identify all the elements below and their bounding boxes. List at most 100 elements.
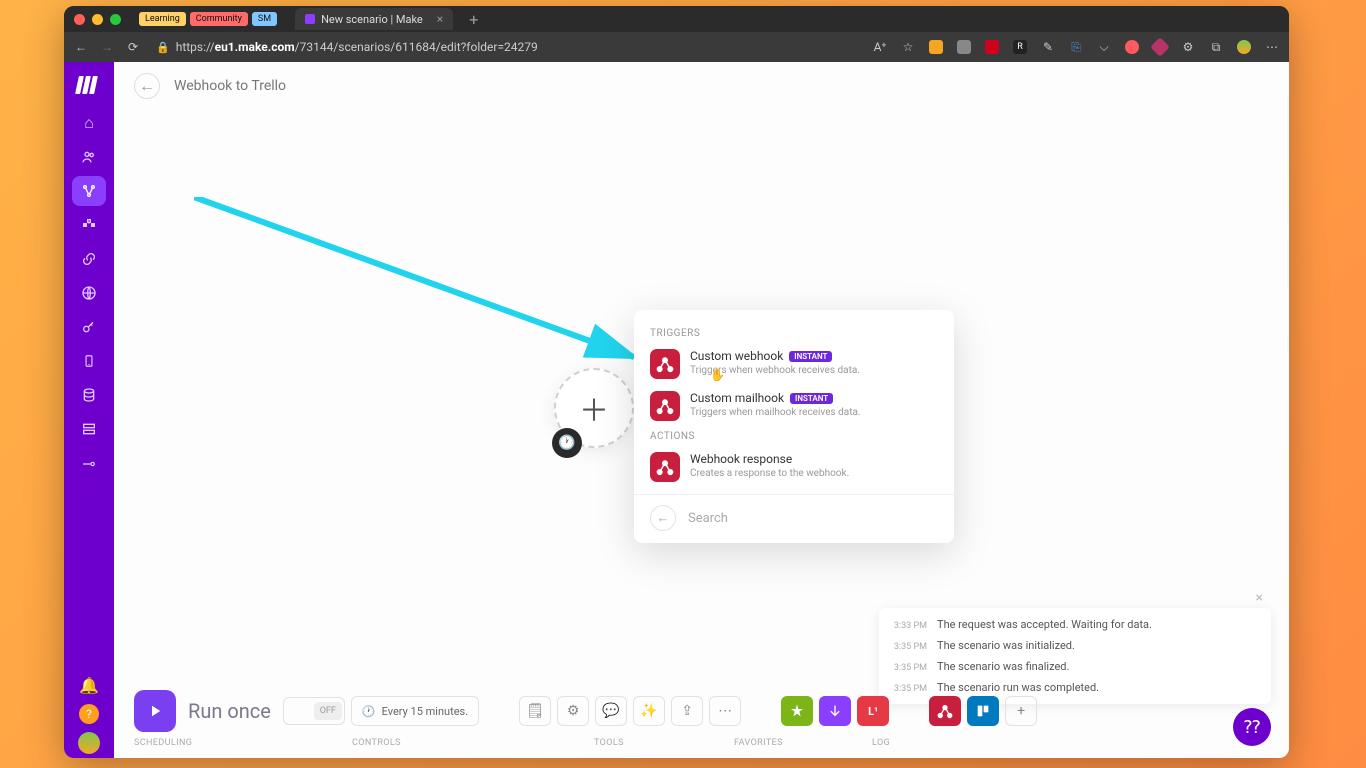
bookmark-bar: Learning Community SM [139, 12, 277, 26]
scheduling-toggle[interactable]: OFF [283, 697, 345, 725]
sidebar-help-icon[interactable]: ? [79, 704, 99, 724]
sidebar-devices-icon[interactable] [72, 346, 106, 376]
log-row: 3:33 PMThe request was accepted. Waiting… [879, 614, 1271, 635]
annotation-arrow-icon [194, 197, 644, 367]
run-label: Run once [188, 699, 271, 723]
webhook-icon [650, 452, 680, 482]
ext-icon-6[interactable] [1125, 40, 1139, 54]
extensions-icon[interactable]: ⚙ [1181, 40, 1195, 54]
trigger-custom-mailhook[interactable]: Custom mailhook INSTANT Triggers when mai… [634, 385, 954, 427]
profile-avatar[interactable] [1237, 40, 1251, 54]
item-title: Custom mailhook [690, 391, 784, 405]
ext-icon-5[interactable]: ⎘ [1069, 40, 1083, 54]
reload-icon[interactable]: ⟳ [126, 40, 140, 54]
top-bar: ← Webhook to Trello [114, 62, 1289, 110]
sidebar-datastores-icon[interactable] [72, 380, 106, 410]
ext-icon-7[interactable] [1150, 37, 1170, 57]
sidebar-user-avatar[interactable] [72, 728, 106, 758]
module-picker-popup: TRIGGERS Custom webhook INSTANT Triggers … [634, 310, 954, 543]
item-title: Custom webhook [690, 349, 783, 363]
plus-icon: ＋ [579, 386, 609, 430]
tool-3[interactable]: L¹ [857, 696, 889, 726]
sidebar: ⌂ ⊸ 🔔 ? [64, 62, 114, 758]
browser-window: Learning Community SM New scenario | Mak… [64, 6, 1289, 758]
sidebar-templates-icon[interactable] [72, 210, 106, 240]
notes-button[interactable]: 🗒 [519, 696, 551, 726]
make-logo-icon[interactable] [77, 76, 101, 94]
main-area: ← Webhook to Trello ＋ 🕐 TRIGGERS Custom … [114, 62, 1289, 758]
webhook-icon [650, 391, 680, 421]
sidebar-home-icon[interactable]: ⌂ [72, 108, 106, 138]
sidebar-team-icon[interactable] [72, 142, 106, 172]
address-bar: ← → ⟳ 🔒 https://eu1.make.com/73144/scena… [64, 32, 1289, 62]
search-placeholder: Search [688, 511, 728, 526]
collections-icon[interactable]: ⧉ [1209, 40, 1223, 54]
explain-flow-button[interactable]: 💬 [595, 696, 627, 726]
url-text: https://eu1.make.com/73144/scenarios/611… [176, 40, 538, 54]
lock-icon: 🔒 [156, 41, 170, 54]
back-button[interactable]: ← [134, 73, 160, 99]
pocket-icon[interactable]: ⌵ [1097, 40, 1111, 54]
toolbar-right: A⁺ ☆ R ✎ ⎘ ⌵ ⚙ ⧉ ⋯ [873, 40, 1279, 54]
new-tab-button[interactable]: + [469, 10, 478, 29]
schedule-indicator-icon[interactable]: 🕐 [552, 428, 582, 458]
sidebar-webhooks-icon[interactable] [72, 278, 106, 308]
more-icon[interactable]: ⋯ [1265, 40, 1279, 54]
instant-badge: INSTANT [789, 351, 832, 362]
popup-back-icon[interactable]: ← [650, 505, 676, 531]
maximize-window-icon[interactable] [110, 14, 121, 25]
fav-trello[interactable] [967, 696, 999, 726]
instant-badge: INSTANT [790, 393, 833, 404]
minimize-window-icon[interactable] [92, 14, 103, 25]
tool-2[interactable] [819, 696, 851, 726]
close-tab-icon[interactable]: × [437, 12, 443, 26]
run-once-button[interactable] [134, 690, 176, 732]
auto-align-button[interactable]: ✨ [633, 696, 665, 726]
sidebar-more-icon[interactable]: ⊸ [72, 448, 106, 478]
nav-forward-icon[interactable]: → [100, 40, 114, 54]
ext-icon-r[interactable]: R [1013, 40, 1027, 54]
sidebar-notifications-icon[interactable]: 🔔 [72, 670, 106, 700]
sidebar-connections-icon[interactable] [72, 244, 106, 274]
star-icon[interactable]: ☆ [901, 40, 915, 54]
ext-icon-3[interactable] [985, 40, 999, 54]
sidebar-scenarios-icon[interactable] [72, 176, 106, 206]
run-group: Run once [134, 690, 271, 732]
tab-title: New scenario | Make [321, 13, 423, 26]
url-field[interactable]: 🔒 https://eu1.make.com/73144/scenarios/6… [156, 40, 538, 54]
fav-webhook[interactable] [929, 696, 961, 726]
more-controls-button[interactable]: ⋯ [709, 696, 741, 726]
window-controls [74, 14, 121, 25]
bookmark-learning[interactable]: Learning [139, 12, 186, 26]
scenario-canvas[interactable]: ＋ 🕐 TRIGGERS Custom webhook INSTANT Trigg… [114, 110, 1289, 758]
scenario-title[interactable]: Webhook to Trello [174, 78, 286, 94]
close-window-icon[interactable] [74, 14, 85, 25]
item-desc: Triggers when mailhook receives data. [690, 407, 861, 418]
text-size-icon[interactable]: A⁺ [873, 40, 887, 54]
trigger-custom-webhook[interactable]: Custom webhook INSTANT Triggers when webh… [634, 343, 954, 385]
ext-icon-4[interactable]: ✎ [1041, 40, 1055, 54]
add-favorite-button[interactable]: + [1005, 696, 1037, 726]
titlebar: Learning Community SM New scenario | Mak… [64, 6, 1289, 32]
item-desc: Triggers when webhook receives data. [690, 365, 860, 376]
settings-button[interactable]: ⚙ [557, 696, 589, 726]
tool-1[interactable] [781, 696, 813, 726]
section-actions-label: ACTIONS [634, 427, 954, 446]
close-log-icon[interactable]: × [1256, 590, 1263, 606]
popup-search-row[interactable]: ← Search [634, 494, 954, 535]
browser-tab[interactable]: New scenario | Make × [295, 8, 453, 30]
ext-icon-2[interactable] [957, 40, 971, 54]
nav-back-icon[interactable]: ← [74, 40, 88, 54]
action-webhook-response[interactable]: Webhook response Creates a response to t… [634, 446, 954, 488]
export-button[interactable]: ⇪ [671, 696, 703, 726]
ext-icon-1[interactable] [929, 40, 943, 54]
log-row: 3:35 PMThe scenario was initialized. [879, 635, 1271, 656]
bookmark-community[interactable]: Community [190, 12, 248, 26]
sidebar-keys-icon[interactable] [72, 312, 106, 342]
toolbar-labels: SCHEDULING CONTROLS TOOLS FAVORITES LOG [134, 738, 1269, 748]
sidebar-datastructures-icon[interactable] [72, 414, 106, 444]
bookmark-sm[interactable]: SM [252, 12, 277, 26]
section-triggers-label: TRIGGERS [634, 324, 954, 343]
schedule-pill[interactable]: 🕐Every 15 minutes. [351, 696, 479, 726]
bottom-toolbar: Run once OFF 🕐Every 15 minutes. 🗒 ⚙ 💬 ✨ … [114, 680, 1289, 758]
